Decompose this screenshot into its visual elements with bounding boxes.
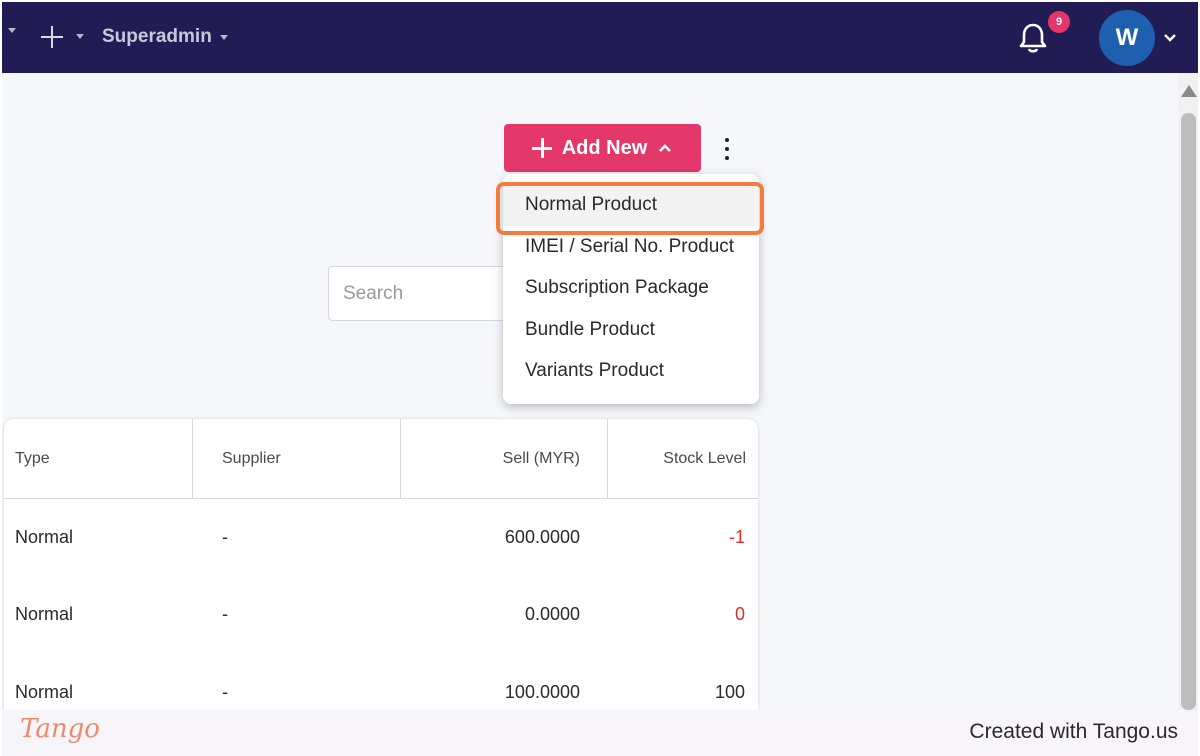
cell-supplier: -: [222, 682, 228, 702]
cell-supplier: -: [222, 604, 228, 624]
menu-item-variants-product[interactable]: Variants Product: [503, 350, 759, 392]
created-with-text: Created with Tango.us: [969, 720, 1178, 743]
avatar[interactable]: W: [1099, 10, 1155, 66]
chevron-down-icon[interactable]: [8, 28, 16, 33]
cell-stock-level: 0: [734, 604, 745, 624]
plus-icon: [531, 138, 552, 158]
cell-type: Normal: [15, 604, 74, 624]
top-nav-bar: Superadmin 9 W: [2, 2, 1198, 73]
chevron-down-icon[interactable]: [1162, 30, 1178, 46]
org-switcher[interactable]: Superadmin: [102, 24, 228, 50]
table-header: Type Supplier Sell (MYR) Stock Level: [4, 419, 758, 499]
cell-stock-level: -1: [728, 527, 745, 547]
scroll-up-arrow-icon[interactable]: [1181, 85, 1197, 97]
cell-type: Normal: [15, 682, 74, 702]
scrollbar[interactable]: [1178, 73, 1198, 710]
more-options-icon[interactable]: [720, 136, 734, 162]
cell-stock-level: 100: [714, 682, 745, 702]
menu-item-subscription-package[interactable]: Subscription Package: [503, 267, 759, 309]
column-header-supplier[interactable]: Supplier: [222, 419, 281, 499]
cell-sell: 600.0000: [504, 527, 580, 547]
bell-icon: [1019, 23, 1047, 53]
tango-logo: Tango: [20, 714, 100, 744]
plus-icon: [40, 24, 64, 48]
products-table: Type Supplier Sell (MYR) Stock Level Nor…: [4, 419, 758, 710]
chevron-up-icon: [659, 144, 672, 152]
tango-footer: Tango Created with Tango.us: [2, 710, 1198, 756]
search-input[interactable]: Search: [328, 266, 528, 321]
cell-type: Normal: [15, 527, 74, 547]
chevron-down-icon: [219, 34, 228, 40]
add-new-button[interactable]: Add New: [504, 124, 701, 172]
quick-add-button[interactable]: [38, 22, 90, 52]
cell-supplier: -: [222, 527, 228, 547]
cell-sell: 0.0000: [524, 604, 580, 624]
step-highlight-box: [496, 182, 764, 235]
org-name: Superadmin: [102, 26, 212, 47]
notification-badge: 9: [1048, 11, 1070, 33]
main-content: Add New Search Type Supplier Sell (MYR) …: [2, 73, 1178, 710]
column-header-type[interactable]: Type: [15, 419, 50, 499]
notifications-button[interactable]: [1018, 22, 1048, 54]
chevron-down-icon: [76, 34, 84, 39]
scrollbar-thumb[interactable]: [1181, 113, 1196, 710]
column-header-stock-level[interactable]: Stock Level: [663, 419, 746, 499]
column-header-sell[interactable]: Sell (MYR): [503, 419, 580, 499]
add-new-label: Add New: [561, 136, 648, 159]
menu-item-bundle-product[interactable]: Bundle Product: [503, 309, 759, 351]
cell-sell: 100.0000: [504, 682, 580, 702]
